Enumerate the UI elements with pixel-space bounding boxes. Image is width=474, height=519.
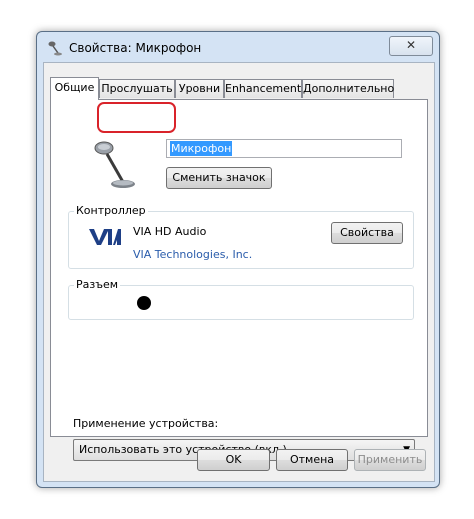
controller-properties-button[interactable]: Свойства xyxy=(331,222,403,244)
controller-device-name: VIA HD Audio xyxy=(133,225,207,238)
title-bar[interactable]: Свойства: Микрофон ✕ xyxy=(37,32,439,62)
apply-button[interactable]: Применить xyxy=(354,449,426,471)
tab-levels[interactable]: Уровни xyxy=(175,79,224,98)
dialog-body: Общие Прослушать Уровни Enhancements Доп… xyxy=(43,62,435,482)
controller-heading: Контроллер xyxy=(74,204,148,217)
tab-general[interactable]: Общие xyxy=(50,77,99,100)
tab-listen[interactable]: Прослушать xyxy=(99,79,175,98)
via-logo-icon xyxy=(89,229,121,245)
device-name-value: Микрофон xyxy=(170,141,233,156)
jack-indicator-dot xyxy=(137,296,151,310)
close-icon: ✕ xyxy=(405,38,417,52)
window-title: Свойства: Микрофон xyxy=(69,41,202,55)
jack-group: Разъем xyxy=(68,278,414,320)
ok-button[interactable]: OK xyxy=(197,449,270,471)
jack-heading: Разъем xyxy=(74,278,121,291)
tab-advanced[interactable]: Дополнительно xyxy=(302,79,394,98)
controller-vendor: VIA Technologies, Inc. xyxy=(133,248,253,261)
cancel-button[interactable]: Отмена xyxy=(276,449,348,471)
microphone-device-icon xyxy=(94,141,135,188)
close-button[interactable]: ✕ xyxy=(389,36,433,56)
device-name-field[interactable]: Микрофон xyxy=(166,139,402,158)
tab-enhancements[interactable]: Enhancements xyxy=(224,79,307,98)
change-icon-button[interactable]: Сменить значок xyxy=(166,167,272,189)
microphone-icon xyxy=(48,41,62,56)
device-usage-label: Применение устройства: xyxy=(73,417,219,430)
properties-dialog: Свойства: Микрофон ✕ Общие Прослушать Ур… xyxy=(36,31,440,488)
listen-tab-highlight xyxy=(97,102,176,133)
